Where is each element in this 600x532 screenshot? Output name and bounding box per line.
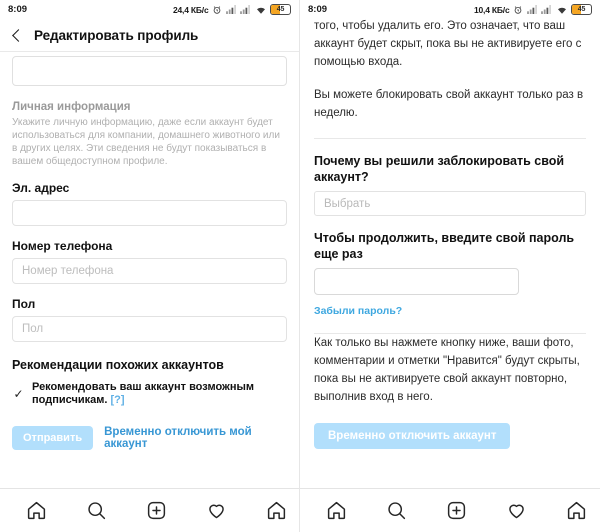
forgot-password-link[interactable]: Забыли пароль? — [314, 305, 586, 317]
status-bar-left: 8:09 24,4 КБ/c 45 — [0, 0, 299, 19]
suggest-account-label: Рекомендовать ваш аккаунт возможным подп… — [32, 381, 287, 407]
wifi-icon — [255, 5, 267, 15]
signal-bars-icon-2 — [541, 5, 552, 14]
page-title: Редактировать профиль — [34, 27, 199, 43]
right-phone-screen: 8:09 10,4 КБ/c 45 того, чтобы удалить ег… — [300, 0, 600, 532]
alarm-icon — [212, 5, 222, 15]
left-scroll-content: Личная информация Укажите личную информа… — [0, 52, 299, 488]
status-bar-right: 8:09 10,4 КБ/c 45 — [300, 0, 600, 19]
phone-label: Номер телефона — [12, 239, 113, 253]
suggest-account-text: Рекомендовать ваш аккаунт возможным подп… — [32, 381, 254, 406]
deactivate-account-button[interactable]: Временно отключить аккаунт — [314, 423, 511, 449]
nav-home[interactable] — [6, 489, 66, 532]
wifi-icon — [556, 5, 568, 15]
dual-screenshot-container: 8:09 24,4 КБ/c 45 Редактировать профиль … — [0, 0, 600, 532]
personal-info-description: Укажите личную информацию, даже если акк… — [12, 117, 280, 167]
battery-icon: 45 — [571, 4, 592, 15]
similar-accounts-heading: Рекомендации похожих аккаунтов — [12, 358, 224, 372]
alarm-icon — [513, 5, 523, 15]
network-speed-label: 24,4 КБ/c — [173, 4, 209, 15]
network-speed-label: 10,4 КБ/c — [474, 4, 510, 15]
password-field[interactable] — [314, 268, 519, 295]
battery-level-label: 45 — [276, 6, 285, 13]
nav-add[interactable] — [426, 489, 486, 532]
nav-add[interactable] — [126, 489, 186, 532]
deactivate-notice-paragraph: Как только вы нажмете кнопку ниже, ваши … — [314, 337, 580, 403]
deactivate-info-paragraph-1: того, чтобы удалить его. Это означает, ч… — [314, 20, 582, 68]
suggest-account-checkbox-row[interactable]: ✓ Рекомендовать ваш аккаунт возможным по… — [12, 381, 287, 407]
status-icons-group: 24,4 КБ/c 45 — [173, 4, 291, 15]
left-action-row: Отправить Временно отключить мой аккаунт — [12, 426, 287, 450]
deactivate-info-paragraph-2: Вы можете блокировать свой аккаунт тольк… — [314, 89, 584, 119]
nav-activity[interactable] — [486, 489, 546, 532]
email-field[interactable] — [12, 200, 287, 226]
nav-profile-clipped[interactable] — [546, 489, 600, 532]
reason-label: Почему вы решили заблокировать свой акка… — [314, 154, 565, 184]
back-button[interactable] — [0, 19, 34, 52]
nav-home[interactable] — [306, 489, 366, 532]
bottom-nav-right — [300, 488, 600, 532]
bottom-nav-left — [0, 488, 299, 532]
signal-bars-icon — [225, 5, 237, 14]
email-label: Эл. адрес — [12, 181, 70, 195]
nav-profile-clipped[interactable] — [246, 489, 299, 532]
nav-search[interactable] — [66, 489, 126, 532]
status-time: 8:09 — [8, 4, 28, 15]
phone-field[interactable]: Номер телефона — [12, 258, 287, 284]
reason-select[interactable]: Выбрать — [314, 191, 586, 216]
battery-level-label: 45 — [577, 6, 586, 13]
bio-textarea-clipped[interactable] — [12, 56, 287, 86]
signal-bars-icon — [526, 5, 538, 14]
back-chevron-icon — [12, 28, 25, 42]
status-icons-group: 10,4 КБ/c 45 — [474, 4, 592, 15]
personal-info-heading: Личная информация — [12, 101, 131, 113]
left-phone-screen: 8:09 24,4 КБ/c 45 Редактировать профиль … — [0, 0, 300, 532]
battery-icon: 45 — [270, 4, 291, 15]
help-badge-icon[interactable]: [?] — [110, 394, 124, 406]
status-time: 8:09 — [308, 4, 328, 15]
password-label: Чтобы продолжить, введите свой пароль ещ… — [314, 231, 575, 261]
nav-activity[interactable] — [186, 489, 246, 532]
deactivate-account-link[interactable]: Временно отключить мой аккаунт — [104, 426, 287, 450]
divider-1 — [314, 138, 586, 139]
nav-search[interactable] — [366, 489, 426, 532]
signal-bars-icon-2 — [240, 5, 251, 14]
app-header-left: Редактировать профиль — [0, 19, 299, 52]
right-scroll-content: того, чтобы удалить его. Это означает, ч… — [300, 19, 600, 488]
gender-label: Пол — [12, 297, 36, 311]
gender-field[interactable]: Пол — [12, 316, 287, 342]
checkbox-check-icon[interactable]: ✓ — [12, 387, 25, 401]
submit-button[interactable]: Отправить — [12, 426, 94, 450]
